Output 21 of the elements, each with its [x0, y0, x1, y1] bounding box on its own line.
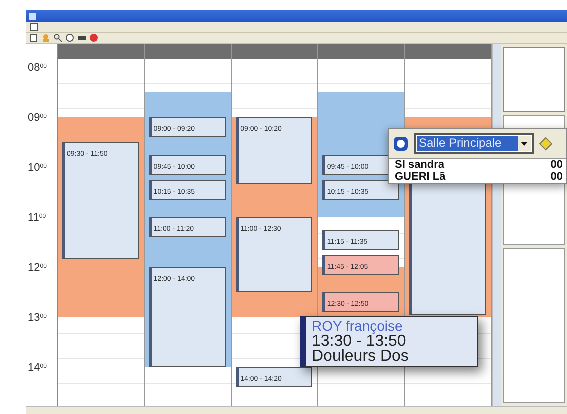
staff-count: 00: [550, 171, 563, 183]
caret-icon[interactable]: [518, 136, 531, 151]
hour-label: 13$^{00}$: [28, 313, 47, 324]
diamond-icon[interactable]: [539, 136, 553, 150]
appointment-reason: Douleurs Dos: [312, 349, 410, 364]
exit-icon[interactable]: [90, 34, 98, 42]
document-icon[interactable]: [30, 34, 38, 42]
room-icon: [393, 136, 409, 152]
staff-count: 00: [550, 159, 563, 171]
hour-label: 12$^{00}$: [28, 263, 47, 274]
mini-calendar[interactable]: [503, 47, 565, 112]
hour-label: 10$^{00}$: [28, 163, 47, 174]
hour-label: 09$^{00}$: [28, 113, 47, 124]
hour-label: 08$^{00}$: [28, 63, 47, 74]
room-dropdown[interactable]: Salle Principale: [414, 133, 534, 154]
search-icon[interactable]: [54, 34, 62, 42]
hour-label: 11$^{00}$: [28, 213, 46, 224]
app-icon: [29, 12, 36, 20]
appointment-time: 13:30 - 13:50: [312, 334, 408, 349]
hour-label: 14$^{00}$: [28, 363, 47, 374]
patient-name: ROY françoise: [312, 319, 404, 334]
